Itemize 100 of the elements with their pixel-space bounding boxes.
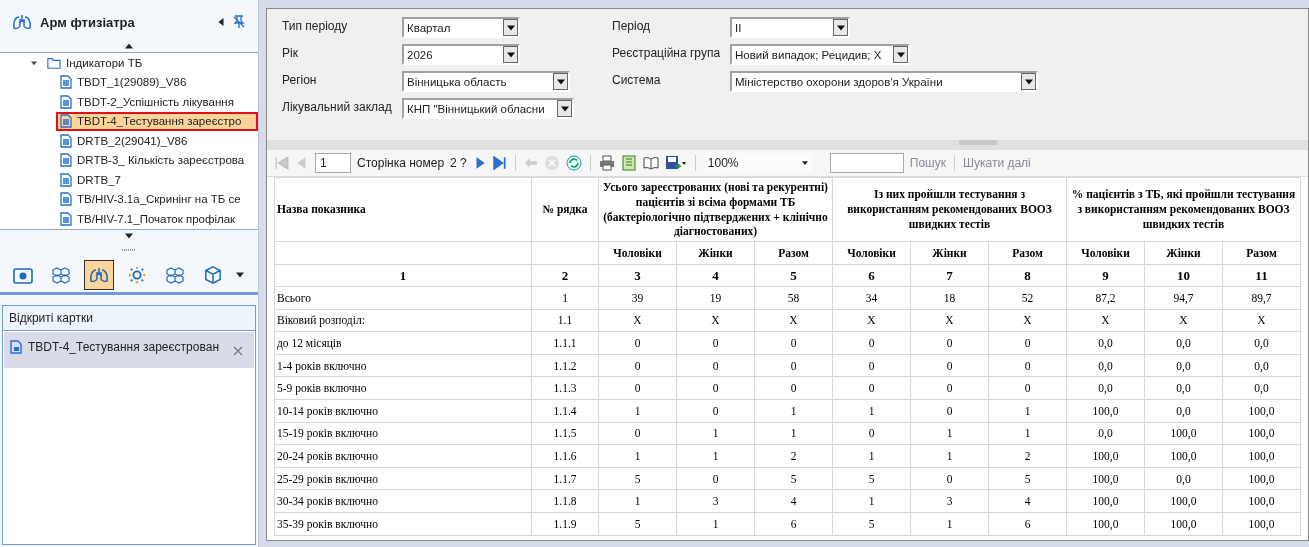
column-number: 4 xyxy=(676,264,755,287)
table-cell: 1 xyxy=(754,399,833,423)
expand-caret-icon[interactable] xyxy=(30,59,38,66)
tree-item[interactable]: TB/HIV-7.1_Початок профілак xyxy=(0,209,258,229)
dropdown-caret-icon[interactable] xyxy=(801,159,808,167)
column-number: 1 xyxy=(274,264,532,287)
scroll-up-icon[interactable] xyxy=(125,43,133,49)
document-icon xyxy=(60,114,72,129)
table-cell: 3 xyxy=(676,489,755,513)
table-cell: 10-14 років включно xyxy=(274,399,532,423)
field-label: Реєстраційна група xyxy=(612,45,722,60)
pin-icon[interactable] xyxy=(232,15,246,29)
table-cell: 0 xyxy=(832,331,911,355)
table-cell: X xyxy=(754,309,833,332)
cube-icon xyxy=(203,266,223,284)
save-icon[interactable] xyxy=(664,155,687,171)
table-cell: 87,2 xyxy=(1066,286,1145,310)
table-cell: 100,0 xyxy=(1066,444,1145,468)
panel-title: Відкриті картки xyxy=(3,306,255,331)
collapse-arrow-icon[interactable] xyxy=(218,18,224,26)
table-cell: 20-24 років включно xyxy=(274,444,532,468)
page-number-field[interactable]: 1 xyxy=(315,153,351,173)
table-cell: 0,0 xyxy=(1066,376,1145,400)
dropdown-caret-icon[interactable] xyxy=(560,105,569,112)
table-cell: 0 xyxy=(910,376,989,400)
table-cell: 0,0 xyxy=(1222,331,1301,355)
table-cell: 1.1.6 xyxy=(531,444,599,468)
column-number: 6 xyxy=(832,264,911,287)
dropdown-field[interactable]: Вінницька область xyxy=(402,71,570,92)
table-cell: 1 xyxy=(754,422,833,445)
column-header: Назва показника xyxy=(274,177,532,242)
table-cell: 0,0 xyxy=(1144,354,1223,377)
search-field[interactable] xyxy=(829,153,904,173)
table-cell: 100,0 xyxy=(1066,467,1145,490)
table-cell: 52 xyxy=(988,286,1067,310)
close-icon[interactable] xyxy=(233,346,243,356)
field-label: Період xyxy=(612,18,652,33)
scroll-down-icon[interactable] xyxy=(125,233,133,239)
table-cell: 15-19 років включно xyxy=(274,422,532,445)
table-cell: 30-34 років включно xyxy=(274,489,532,513)
dropdown-caret-icon[interactable] xyxy=(506,24,515,31)
cubes-icon xyxy=(165,266,185,284)
table-cell: 1 xyxy=(676,444,755,468)
lungs-module-button[interactable] xyxy=(84,260,114,290)
document-icon xyxy=(60,75,72,90)
table-cell: 1 xyxy=(598,399,677,423)
dropdown-field[interactable]: 2026 xyxy=(402,44,520,65)
last-page-icon[interactable] xyxy=(492,156,507,170)
dropdown-field[interactable]: Міністерство охорони здоров'я України xyxy=(730,71,1038,92)
table-cell: 100,0 xyxy=(1144,422,1223,445)
column-header: Разом xyxy=(988,241,1067,265)
more-caret-icon[interactable] xyxy=(236,272,244,278)
tree-item[interactable]: DRTB_7 xyxy=(0,170,258,190)
table-cell: 0 xyxy=(910,354,989,377)
table-cell: 6 xyxy=(988,512,1067,536)
print-icon[interactable] xyxy=(598,155,615,171)
dropdown-field[interactable]: КНП "Вінницький обласни xyxy=(402,98,574,119)
column-group-header: Із них пройшли тестування з використанням рекомендованих ВООЗ швидких тестів xyxy=(832,177,1067,242)
table-cell: 5 xyxy=(754,467,833,490)
book-icon[interactable] xyxy=(642,155,659,171)
table-cell: 0,0 xyxy=(1222,354,1301,377)
tree-item[interactable]: TBDT_1(29089)_V86 xyxy=(0,72,258,92)
dropdown-caret-icon[interactable] xyxy=(506,51,515,58)
table-cell: 100,0 xyxy=(1222,399,1301,423)
field-label: Система xyxy=(612,72,662,87)
table-cell: 18 xyxy=(910,286,989,310)
table-cell: 0 xyxy=(598,376,677,400)
table-cell: 100,0 xyxy=(1066,399,1145,423)
table-cell: 100,0 xyxy=(1066,489,1145,513)
table-cell: 19 xyxy=(676,286,755,310)
refresh-icon[interactable] xyxy=(565,155,582,171)
collapse-handle[interactable] xyxy=(958,140,997,145)
tree-item[interactable]: DRTB-3_ Кількість зареєстрова xyxy=(0,150,258,170)
open-card-item[interactable]: TBDT-4_Тестування зареєстрован xyxy=(4,332,254,368)
table-cell: 100,0 xyxy=(1144,512,1223,536)
table-cell: 4 xyxy=(754,489,833,513)
dropdown-field[interactable]: ІІ xyxy=(730,17,850,38)
dropdown-caret-icon[interactable] xyxy=(896,51,905,58)
tree-item[interactable]: TBDT-2_Успішність лікування xyxy=(0,92,258,112)
tree-item[interactable]: TB/HIV-3.1a_Скринінг на ТБ се xyxy=(0,189,258,209)
table-cell: 100,0 xyxy=(1222,512,1301,536)
column-number: 8 xyxy=(988,264,1067,287)
cubes-icon xyxy=(51,266,71,284)
dropdown-caret-icon[interactable] xyxy=(1024,78,1033,85)
field-label: Рік xyxy=(282,45,299,60)
dropdown-caret-icon[interactable] xyxy=(556,78,565,85)
table-cell: 100,0 xyxy=(1066,512,1145,536)
column-header: № рядка xyxy=(531,177,599,242)
table-cell: 4 xyxy=(988,489,1067,513)
table-cell: 0 xyxy=(910,331,989,355)
table-cell: 5 xyxy=(598,512,677,536)
zoom-dropdown[interactable]: 100% xyxy=(703,153,812,173)
dropdown-caret-icon[interactable] xyxy=(836,24,845,31)
dropdown-field[interactable]: Новий випадок; Рецидив; Х xyxy=(730,44,910,65)
table-cell: 2 xyxy=(754,444,833,468)
table-cell: Всього xyxy=(274,286,532,310)
tree-folder[interactable]: Індикатори ТБ xyxy=(0,53,258,73)
dropdown-field[interactable]: Квартал xyxy=(402,17,520,38)
tree-item[interactable]: DRTB_2(29041)_V86 xyxy=(0,131,258,151)
tree-item[interactable]: TBDT-4_Тестування зареєстро xyxy=(56,111,258,131)
